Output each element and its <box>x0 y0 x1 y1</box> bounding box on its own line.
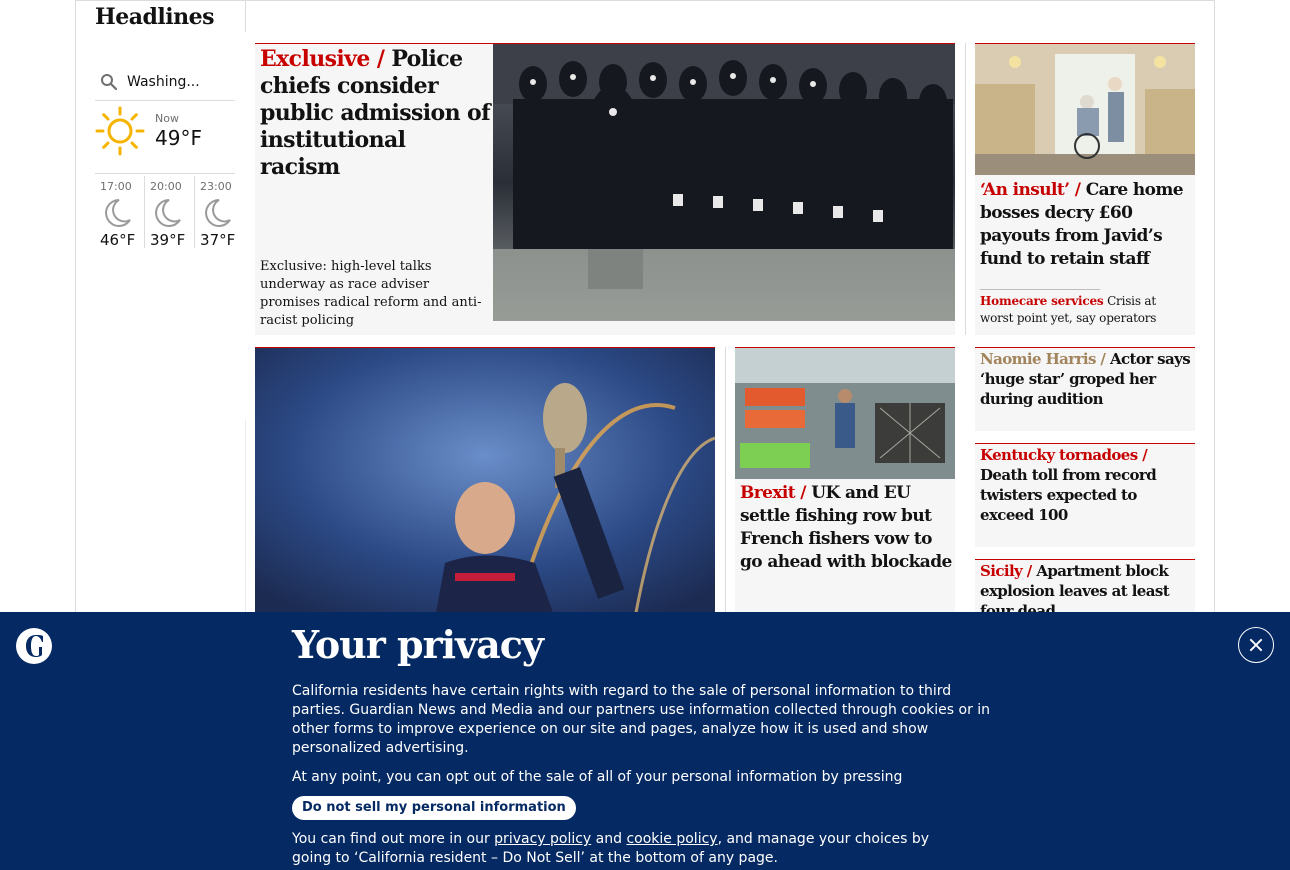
cookie-policy-link[interactable]: cookie policy <box>626 831 717 847</box>
column-separator <box>725 347 726 617</box>
weather-now-temp: 49°F <box>155 126 202 150</box>
care-home-headline[interactable]: ‘An insult’ / Care home bosses decry £60… <box>980 179 1192 271</box>
privacy-more-text-a: You can find out more in our <box>292 831 495 847</box>
moon-icon <box>155 199 181 227</box>
naomie-headline[interactable]: Naomie Harris / Actor says ‘huge star’ g… <box>980 349 1192 409</box>
forecast-time: 23:00 <box>200 180 232 193</box>
f1-trophy-photo <box>255 348 715 617</box>
lead-kicker: Exclusive / <box>260 46 385 72</box>
kentucky-story-card[interactable]: Kentucky tornadoes / Death toll from rec… <box>975 443 1195 547</box>
close-button[interactable] <box>1238 627 1274 663</box>
sicily-kicker: Sicily / <box>980 562 1032 580</box>
privacy-more-and: and <box>591 831 627 847</box>
lead-headline[interactable]: Exclusive / Police chiefs consider publi… <box>260 46 491 181</box>
forecast-item: 17:00 46°F <box>95 176 146 249</box>
kentucky-headline-text: Death toll from record twisters expected… <box>980 466 1157 524</box>
forecast-item: 20:00 39°F <box>145 176 196 249</box>
lead-standfirst: Exclusive: high-level talks underway as … <box>260 259 482 328</box>
naomie-kicker: Naomie Harris / <box>980 350 1106 368</box>
weather-forecast: 17:00 46°F 20:00 39°F 23:00 37°F <box>95 176 245 249</box>
forecast-temp: 37°F <box>200 231 236 249</box>
forecast-time: 20:00 <box>150 180 182 193</box>
weather-location: Washing... <box>127 74 200 90</box>
f1-story-card[interactable] <box>255 347 715 617</box>
section-divider <box>245 0 246 32</box>
weather-now-label: Now <box>155 112 179 125</box>
close-icon <box>1249 638 1263 652</box>
moon-icon <box>105 199 131 227</box>
brexit-kicker: Brexit / <box>740 483 807 503</box>
forecast-time: 17:00 <box>100 180 132 193</box>
care-home-kicker: ‘An insult’ / <box>980 180 1081 200</box>
naomie-harris-story-card[interactable]: Naomie Harris / Actor says ‘huge star’ g… <box>975 347 1195 431</box>
forecast-temp: 46°F <box>100 231 136 249</box>
forecast-temp: 39°F <box>150 231 186 249</box>
sublink-kicker: Homecare services <box>980 294 1104 308</box>
moon-icon <box>205 199 231 227</box>
privacy-paragraph-more: You can find out more in our privacy pol… <box>292 830 972 868</box>
column-separator <box>965 43 966 335</box>
lead-photo-police <box>493 44 955 321</box>
kentucky-headline[interactable]: Kentucky tornadoes / Death toll from rec… <box>980 445 1192 525</box>
weather-location-search[interactable]: Washing... <box>95 64 235 101</box>
privacy-banner: Your privacy California residents have c… <box>0 612 1290 870</box>
lead-story-card[interactable]: Exclusive / Police chiefs consider publi… <box>255 43 955 335</box>
sublink-rule <box>980 289 1100 290</box>
care-home-story-card[interactable]: ‘An insult’ / Care home bosses decry £60… <box>975 43 1195 335</box>
search-icon <box>101 74 118 91</box>
sun-icon <box>95 106 145 156</box>
section-title: Headlines <box>95 4 215 30</box>
privacy-paragraph-rights: California residents have certain rights… <box>292 683 991 756</box>
forecast-item: 23:00 37°F <box>195 176 245 249</box>
kentucky-kicker: Kentucky tornadoes / <box>980 446 1148 464</box>
top-rule <box>75 0 1215 1</box>
guardian-logo-icon <box>16 628 52 664</box>
privacy-paragraph-optout: At any point, you can opt out of the sal… <box>292 769 903 785</box>
fishing-boat-photo <box>735 348 955 479</box>
privacy-policy-link[interactable]: privacy policy <box>494 831 591 847</box>
brexit-story-card[interactable]: Brexit / UK and EU settle fishing row bu… <box>735 347 955 617</box>
brexit-headline[interactable]: Brexit / UK and EU settle fishing row bu… <box>740 482 952 574</box>
do-not-sell-button[interactable]: Do not sell my personal information <box>292 796 576 820</box>
care-home-sublink[interactable]: Homecare services Crisis at worst point … <box>980 293 1190 327</box>
privacy-title: Your privacy <box>292 622 544 667</box>
weather-now: Now 49°F <box>95 104 235 174</box>
care-home-photo <box>975 44 1195 175</box>
